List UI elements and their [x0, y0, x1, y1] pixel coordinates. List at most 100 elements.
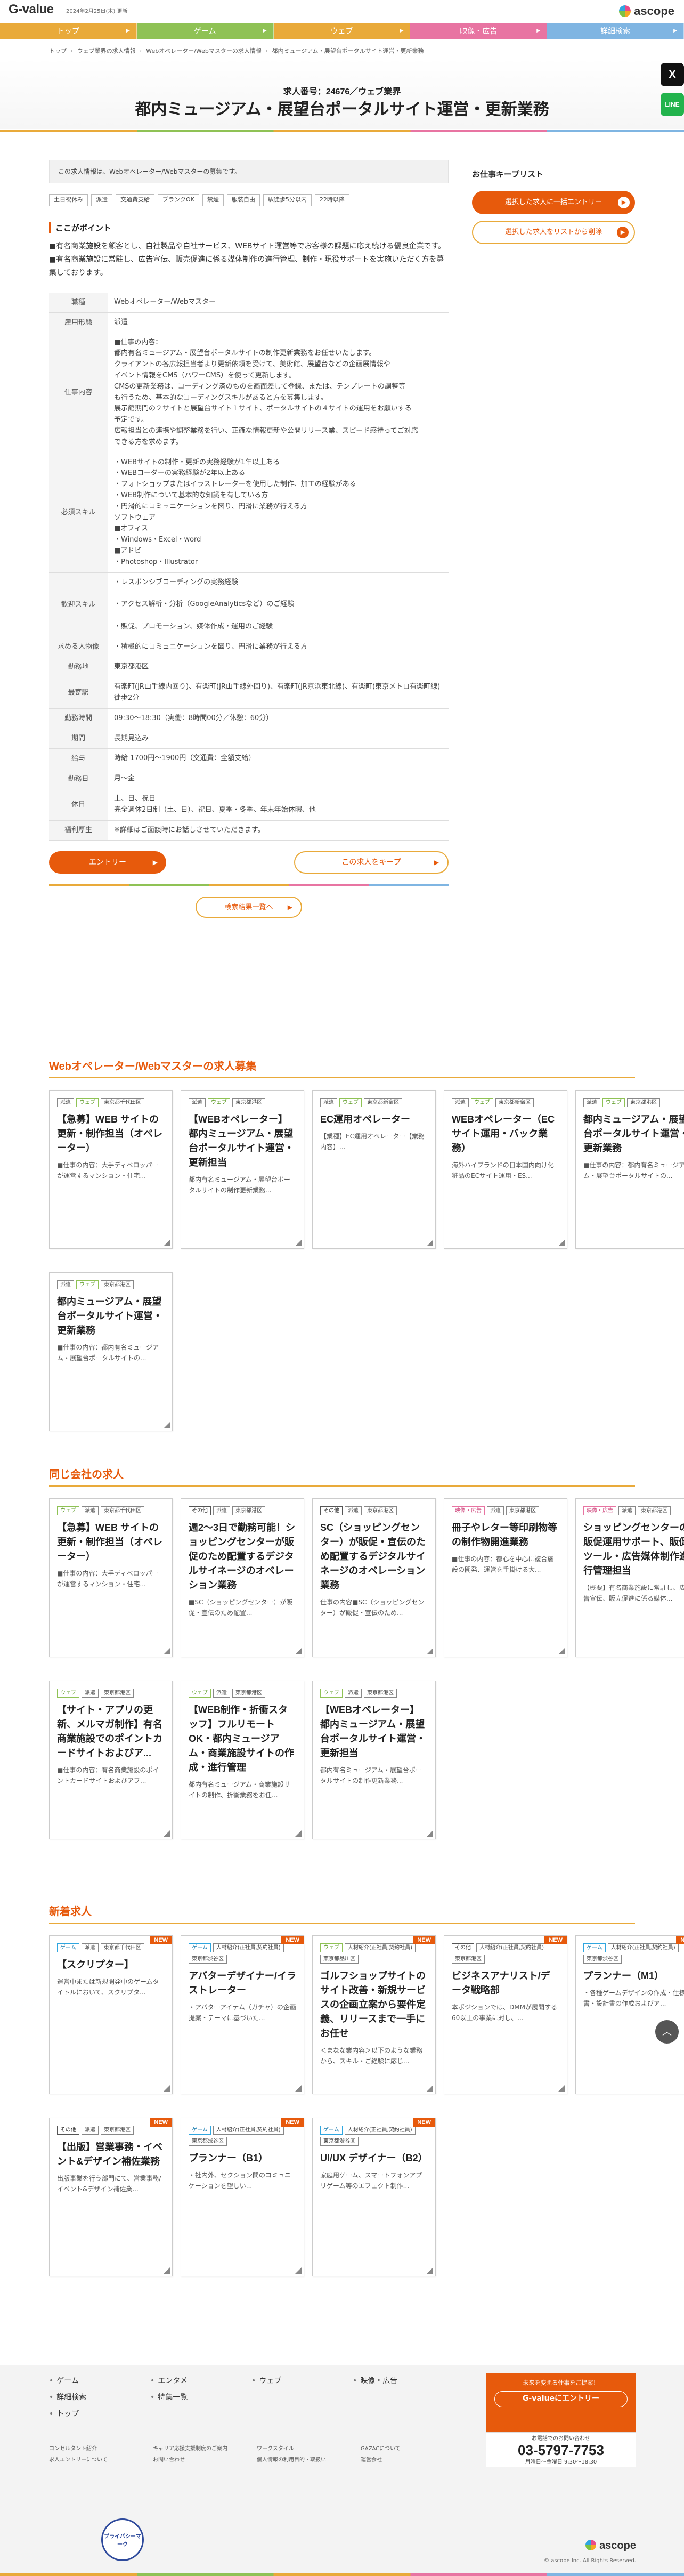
line-share-icon[interactable]: LINE [661, 93, 684, 116]
job-card[interactable]: ウェブ 派遣 東京都港区 【WEB制作・折衝スタッフ】フルリモートOK・都内ミュージア… [181, 1681, 304, 1839]
card-title[interactable]: 都内ミュージアム・展望台ポータルサイト運営・更新業務 [57, 1295, 165, 1338]
footer-nav-item[interactable]: ウェブ [251, 2376, 353, 2387]
job-card[interactable]: ウェブ 派遣 東京都港区 【サイト・アプリの更新、メルマガ制作】有名商業施設でのポイン… [49, 1681, 173, 1839]
card-title[interactable]: 【急募】WEB サイトの更新・制作担当（オペレーター） [57, 1521, 165, 1564]
job-card[interactable]: ウェブ 派遣 東京都港区 【WEBオペレーター】都内ミュージアム・展望台ポータルサイト… [312, 1681, 436, 1839]
nav-eizo[interactable]: 映像・広告 ▶ [410, 23, 548, 39]
job-card[interactable]: 派遣 ウェブ 東京都港区 都内ミュージアム・展望台ポータルサイト運営・更新業務 ■仕事の… [575, 1090, 684, 1249]
corner-arrow-icon [427, 1830, 433, 1837]
footer-link[interactable]: GAZACについて [361, 2445, 465, 2453]
card-tag: 派遣 [82, 1689, 99, 1698]
card-description: ・各種ゲームデザインの作成・仕様書・設計書の作成およびア... [583, 1989, 684, 2008]
job-card-list: NEW ゲーム 派遣 東京都千代田区 【スクリプター】 運営中または新規開発中のゲームタイ… [49, 1935, 684, 2276]
card-title[interactable]: 【サイト・アプリの更新、メルマガ制作】有名商業施設でのポイントカードサイトおよび… [57, 1703, 165, 1761]
card-title[interactable]: SC（ショッピングセンター）が販促・宣伝のため配置するデジタルサイネージのオペレ… [320, 1521, 428, 1593]
job-card[interactable]: NEW ゲーム 人材紹介(正社員,契約社員) 東京都渋谷区 アバターデザイナー/イラスト… [181, 1935, 304, 2094]
card-title[interactable]: ビジネスアナリスト/データ戦略部 [452, 1969, 559, 1998]
site-logo[interactable]: G-value [9, 2, 54, 17]
job-card[interactable]: NEW ウェブ 人材紹介(正社員,契約社員) 東京都品川区 ゴルフショップサイトのサイト… [312, 1935, 436, 2094]
footer-nav-item[interactable]: 詳細検索 [49, 2392, 150, 2403]
section-title: 新着求人 [49, 1903, 635, 1924]
brand-logo[interactable]: ascope [619, 4, 674, 18]
footer-cta[interactable]: 未来を変える仕事をご提案！ G-valueにエントリー [486, 2373, 636, 2432]
nav-top[interactable]: トップ ▶ [0, 23, 137, 39]
card-tag: 東京都港区 [101, 2126, 134, 2135]
x-share-icon[interactable]: X [661, 63, 684, 86]
card-title[interactable]: 冊子やレター等印刷物等の制作物開進業務 [452, 1521, 559, 1549]
job-card[interactable]: NEW その他 派遣 東京都港区 【出版】営業事務・イベント&デザイン補佐業務 出版事業を… [49, 2118, 173, 2276]
card-title[interactable]: 週2〜3日で勤務可能！ショッピングセンターが販促のため配置するデジタルサイネージ… [189, 1521, 296, 1593]
card-title[interactable]: ショッピングセンターの販促運用サポート、販促ツール・広告媒体制作進行管理担当 [583, 1521, 684, 1578]
job-card[interactable]: 映像・広告 派遣 東京都港区 冊子やレター等印刷物等の制作物開進業務 ■仕事の内容：都心… [444, 1498, 567, 1657]
tel-hours: 月曜日〜金曜日 9:30〜18:30 [525, 2459, 597, 2465]
card-tag: 人材紹介(正社員,契約社員) [213, 1943, 284, 1952]
breadcrumb-item[interactable]: ウェブ業界の求人情報 [77, 47, 136, 56]
entry-button[interactable]: エントリー ▶ [49, 851, 166, 874]
footer-link[interactable]: コンセルタント紹介 [49, 2445, 153, 2453]
card-title[interactable]: UI/UX デザイナー（B2） [320, 2151, 428, 2166]
card-title[interactable]: 【WEBオペレーター】都内ミュージアム・展望台ポータルサイト運営・更新担当 [320, 1703, 428, 1761]
card-tags: 派遣 ウェブ 東京都千代田区 [57, 1098, 165, 1107]
job-tag: 22時以降 [314, 194, 349, 206]
job-card[interactable]: 派遣 ウェブ 東京都港区 都内ミュージアム・展望台ポータルサイト運営・更新業務 ■仕事の… [49, 1272, 173, 1431]
footer-link[interactable]: 運営会社 [361, 2456, 465, 2464]
cta-entry-button[interactable]: G-valueにエントリー [494, 2391, 628, 2407]
footer-link[interactable]: お問い合わせ [153, 2456, 257, 2464]
card-tag: ウェブ [208, 1098, 230, 1107]
new-badge: NEW [150, 2118, 172, 2127]
job-card[interactable]: ウェブ 派遣 東京都千代田区 【急募】WEB サイトの更新・制作担当（オペレーター） ■… [49, 1498, 173, 1657]
keep-button[interactable]: この求人をキープ ▶ [294, 851, 449, 874]
cta-text: 未来を変える仕事をご提案！ [523, 2379, 599, 2386]
page-top-button[interactable]: ︿ [655, 2020, 679, 2044]
job-card[interactable]: NEW ゲーム人材紹介(正社員,契約社員) 東京都渋谷区プランナー（M1） ・各種ゲー… [575, 1935, 684, 2094]
breadcrumb-item[interactable]: Webオペレーター/Webマスターの求人情報 [146, 47, 262, 56]
card-title[interactable]: 都内ミュージアム・展望台ポータルサイト運営・更新業務 [583, 1112, 684, 1156]
job-card[interactable]: NEW ゲーム 派遣 東京都千代田区 【スクリプター】 運営中または新規開発中のゲームタイ… [49, 1935, 173, 2094]
footer-link[interactable]: キャリア応援支援制度のご案内 [153, 2445, 257, 2453]
card-title[interactable]: 【WEBオペレーター】都内ミュージアム・展望台ポータルサイト運営・更新担当 [189, 1112, 296, 1170]
card-title[interactable]: WEBオペレーター（ECサイト運用・バック業務） [452, 1112, 559, 1156]
footer-link[interactable]: 個人情報の利用目的・取扱い [257, 2456, 361, 2464]
job-card[interactable]: NEW ゲーム 人材紹介(正社員,契約社員) 東京都渋谷区 プランナー（B1） ・社内外、… [181, 2118, 304, 2276]
remove-from-list-button[interactable]: 選択した求人をリストから削除 ▶ [472, 221, 635, 244]
footer-nav-item[interactable]: エンタメ [150, 2376, 251, 2387]
footer-nav-item[interactable]: 特集一覧 [150, 2392, 251, 2403]
footer-nav-item[interactable]: トップ [49, 2409, 150, 2420]
breadcrumb-item[interactable]: トップ [49, 47, 67, 56]
bulk-entry-button[interactable]: 選択した求人に一括エントリー ▶ [472, 191, 635, 214]
job-card[interactable]: 派遣 ウェブ 東京都千代田区 【急募】WEB サイトの更新・制作担当（オペレーター） ■… [49, 1090, 173, 1249]
back-to-results-button[interactable]: 検索結果一覧へ ▶ [196, 897, 302, 918]
detail-value: 09:30〜18:30（実働：8時間00分／休憩：60分） [108, 708, 449, 729]
card-title[interactable]: 【スクリプター】 [57, 1958, 165, 1972]
footer-brand[interactable]: ascope [585, 2540, 636, 2552]
footer-nav-item[interactable]: ゲーム [49, 2376, 150, 2387]
card-tag: 東京都港区 [638, 1506, 671, 1515]
footer-link[interactable]: 求人エントリーについて [49, 2456, 153, 2464]
card-tag: 東京都渋谷区 [583, 1955, 622, 1964]
card-title[interactable]: アバターデザイナー/イラストレーター [189, 1969, 296, 1998]
job-card[interactable]: 派遣 ウェブ 東京都港区 【WEBオペレーター】都内ミュージアム・展望台ポータルサイト… [181, 1090, 304, 1249]
nav-search[interactable]: 詳細検索 ▶ [547, 23, 684, 39]
card-title[interactable]: 【WEB制作・折衝スタッフ】フルリモートOK・都内ミュージアム・商業施設サイトの… [189, 1703, 296, 1775]
chevron-right-icon: ▶ [400, 28, 404, 34]
card-title[interactable]: 【急募】WEB サイトの更新・制作担当（オペレーター） [57, 1112, 165, 1156]
card-description: 都内有名ミュージアム・展望台ポータルサイトの制作更新業務... [320, 1766, 422, 1785]
card-title[interactable]: プランナー（M1） [583, 1969, 684, 1983]
tel-number[interactable]: 03-5797-7753 [486, 2443, 636, 2458]
job-card[interactable]: NEW その他 人材紹介(正社員,契約社員) 東京都港区 ビジネスアナリスト/データ戦略… [444, 1935, 567, 2094]
nav-web[interactable]: ウェブ ▶ [273, 23, 411, 39]
card-title[interactable]: プランナー（B1） [189, 2151, 296, 2166]
nav-game[interactable]: ゲーム ▶ [136, 23, 274, 39]
card-title[interactable]: 【出版】営業事務・イベント&デザイン補佐業務 [57, 2140, 165, 2169]
footer-link[interactable]: ワークスタイル [257, 2445, 361, 2453]
card-title[interactable]: EC運用オペレーター [320, 1112, 428, 1127]
job-card[interactable]: その他 派遣 東京都港区 SC（ショッピングセンター）が販促・宣伝のため配置するデジタ… [312, 1498, 436, 1657]
card-tag: ウェブ [471, 1098, 493, 1107]
job-card[interactable]: 派遣 ウェブ 東京都新宿区 EC運用オペレーター 【業種】EC運用オペレーター【業務内容… [312, 1090, 436, 1249]
job-card[interactable]: 派遣 ウェブ 東京都新宿区 WEBオペレーター（ECサイト運用・バック業務） 海外ハイブ… [444, 1090, 567, 1249]
job-card[interactable]: 映像・広告 派遣 東京都港区 ショッピングセンターの販促運用サポート、販促ツール・広告… [575, 1498, 684, 1657]
card-title[interactable]: ゴルフショップサイトのサイト改善・新規サービスの企画立案から要件定義、リリースま… [320, 1969, 428, 2041]
job-card[interactable]: NEW ゲーム 人材紹介(正社員,契約社員) 東京都渋谷区 UI/UX デザイナー（B2… [312, 2118, 436, 2276]
footer-nav-item[interactable]: 映像・広告 [353, 2376, 454, 2387]
job-card[interactable]: その他 派遣 東京都港区 週2〜3日で勤務可能！ショッピングセンターが販促のため配置す… [181, 1498, 304, 1657]
